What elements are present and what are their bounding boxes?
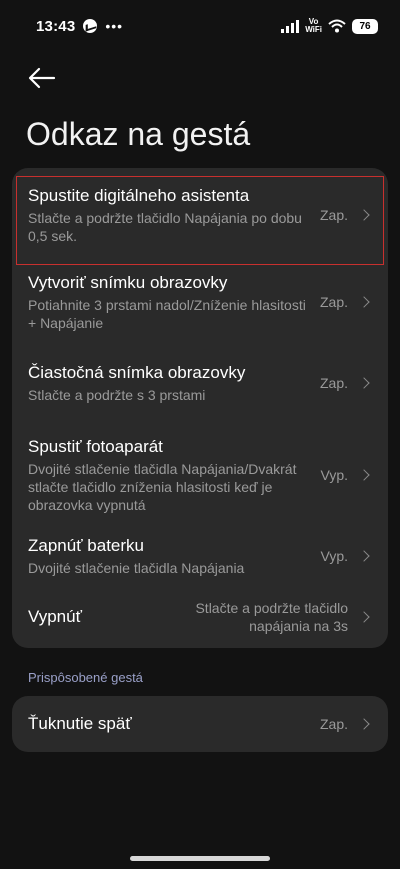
- home-indicator[interactable]: [130, 856, 270, 861]
- chevron-right-icon: [358, 296, 370, 308]
- gestures-card: Spustite digitálneho asistenta Stlačte a…: [12, 168, 388, 648]
- row-text: Ťuknutie späť: [28, 713, 310, 735]
- row-title: Ťuknutie späť: [28, 714, 132, 733]
- row-digital-assistant[interactable]: Spustite digitálneho asistenta Stlačte a…: [12, 168, 388, 262]
- row-title: Spustite digitálneho asistenta: [28, 186, 250, 205]
- status-bar: 13:43 ••• Vo WiFi 76: [0, 0, 400, 52]
- status-left: 13:43 •••: [36, 18, 123, 35]
- row-screenshot[interactable]: Vytvoriť snímku obrazovky Potiahnite 3 p…: [12, 262, 388, 342]
- row-subtitle: Stlačte a podržte s 3 prstami: [28, 387, 206, 403]
- row-text: Spustite digitálneho asistenta Stlačte a…: [28, 185, 310, 245]
- status-time: 13:43: [36, 17, 76, 35]
- row-text: Vypnúť: [28, 606, 168, 628]
- row-partial-screenshot[interactable]: Čiastočná snímka obrazovky Stlačte a pod…: [12, 342, 388, 424]
- battery-icon: 76: [352, 18, 378, 34]
- row-text: Zapnúť baterku Dvojité stlačenie tlačidl…: [28, 535, 311, 577]
- row-value: Vyp.: [320, 548, 349, 564]
- chevron-right-icon: [358, 377, 370, 389]
- back-button[interactable]: [26, 64, 58, 92]
- vowifi-icon: Vo WiFi: [305, 18, 322, 34]
- row-value: Zap.: [319, 207, 348, 223]
- row-title: Zapnúť baterku: [28, 536, 145, 555]
- messenger-icon: [83, 19, 98, 33]
- row-value: Vyp.: [320, 467, 349, 483]
- row-title: Čiastočná snímka obrazovky: [28, 363, 246, 382]
- custom-gestures-card: Ťuknutie späť Zap.: [12, 696, 388, 752]
- status-right: Vo WiFi 76: [281, 18, 378, 34]
- signal-icon: [281, 19, 300, 33]
- row-back-tap[interactable]: Ťuknutie späť Zap.: [12, 696, 388, 752]
- row-value: Zap.: [319, 716, 348, 732]
- row-power-off[interactable]: Vypnúť Stlačte a podržte tlačidlo napája…: [12, 586, 388, 648]
- row-subtitle: Dvojité stlačenie tlačidla Napájania/Dva…: [28, 461, 297, 513]
- row-camera[interactable]: Spustiť fotoaparát Dvojité stlačenie tla…: [12, 424, 388, 526]
- vowifi-bottom: WiFi: [305, 25, 322, 34]
- row-value: Stlačte a podržte tlačidlo napájania na …: [195, 600, 348, 634]
- row-value: Zap.: [319, 294, 348, 310]
- wifi-icon: [328, 19, 346, 33]
- chevron-right-icon: [358, 718, 370, 730]
- row-text: Vytvoriť snímku obrazovky Potiahnite 3 p…: [28, 272, 310, 332]
- page-title: Odkaz na gestá: [26, 116, 251, 152]
- more-notifications-icon: •••: [105, 18, 124, 34]
- row-title: Vytvoriť snímku obrazovky: [28, 273, 228, 292]
- row-subtitle: Dvojité stlačenie tlačidla Napájania: [28, 560, 245, 576]
- row-title: Spustiť fotoaparát: [28, 437, 163, 456]
- row-title: Vypnúť: [28, 607, 82, 626]
- row-subtitle: Potiahnite 3 prstami nadol/Zníženie hlas…: [28, 297, 306, 331]
- row-value: Zap.: [319, 375, 348, 391]
- row-subtitle: Stlačte a podržte tlačidlo Napájania po …: [28, 210, 302, 244]
- row-text: Spustiť fotoaparát Dvojité stlačenie tla…: [28, 436, 311, 514]
- row-flashlight[interactable]: Zapnúť baterku Dvojité stlačenie tlačidl…: [12, 526, 388, 586]
- chevron-right-icon: [358, 550, 370, 562]
- chevron-right-icon: [358, 209, 370, 221]
- section-header-custom: Prispôsobené gestá: [28, 670, 143, 685]
- chevron-right-icon: [358, 611, 370, 623]
- chevron-right-icon: [358, 469, 370, 481]
- back-arrow-icon: [28, 67, 56, 89]
- row-text: Čiastočná snímka obrazovky Stlačte a pod…: [28, 362, 310, 404]
